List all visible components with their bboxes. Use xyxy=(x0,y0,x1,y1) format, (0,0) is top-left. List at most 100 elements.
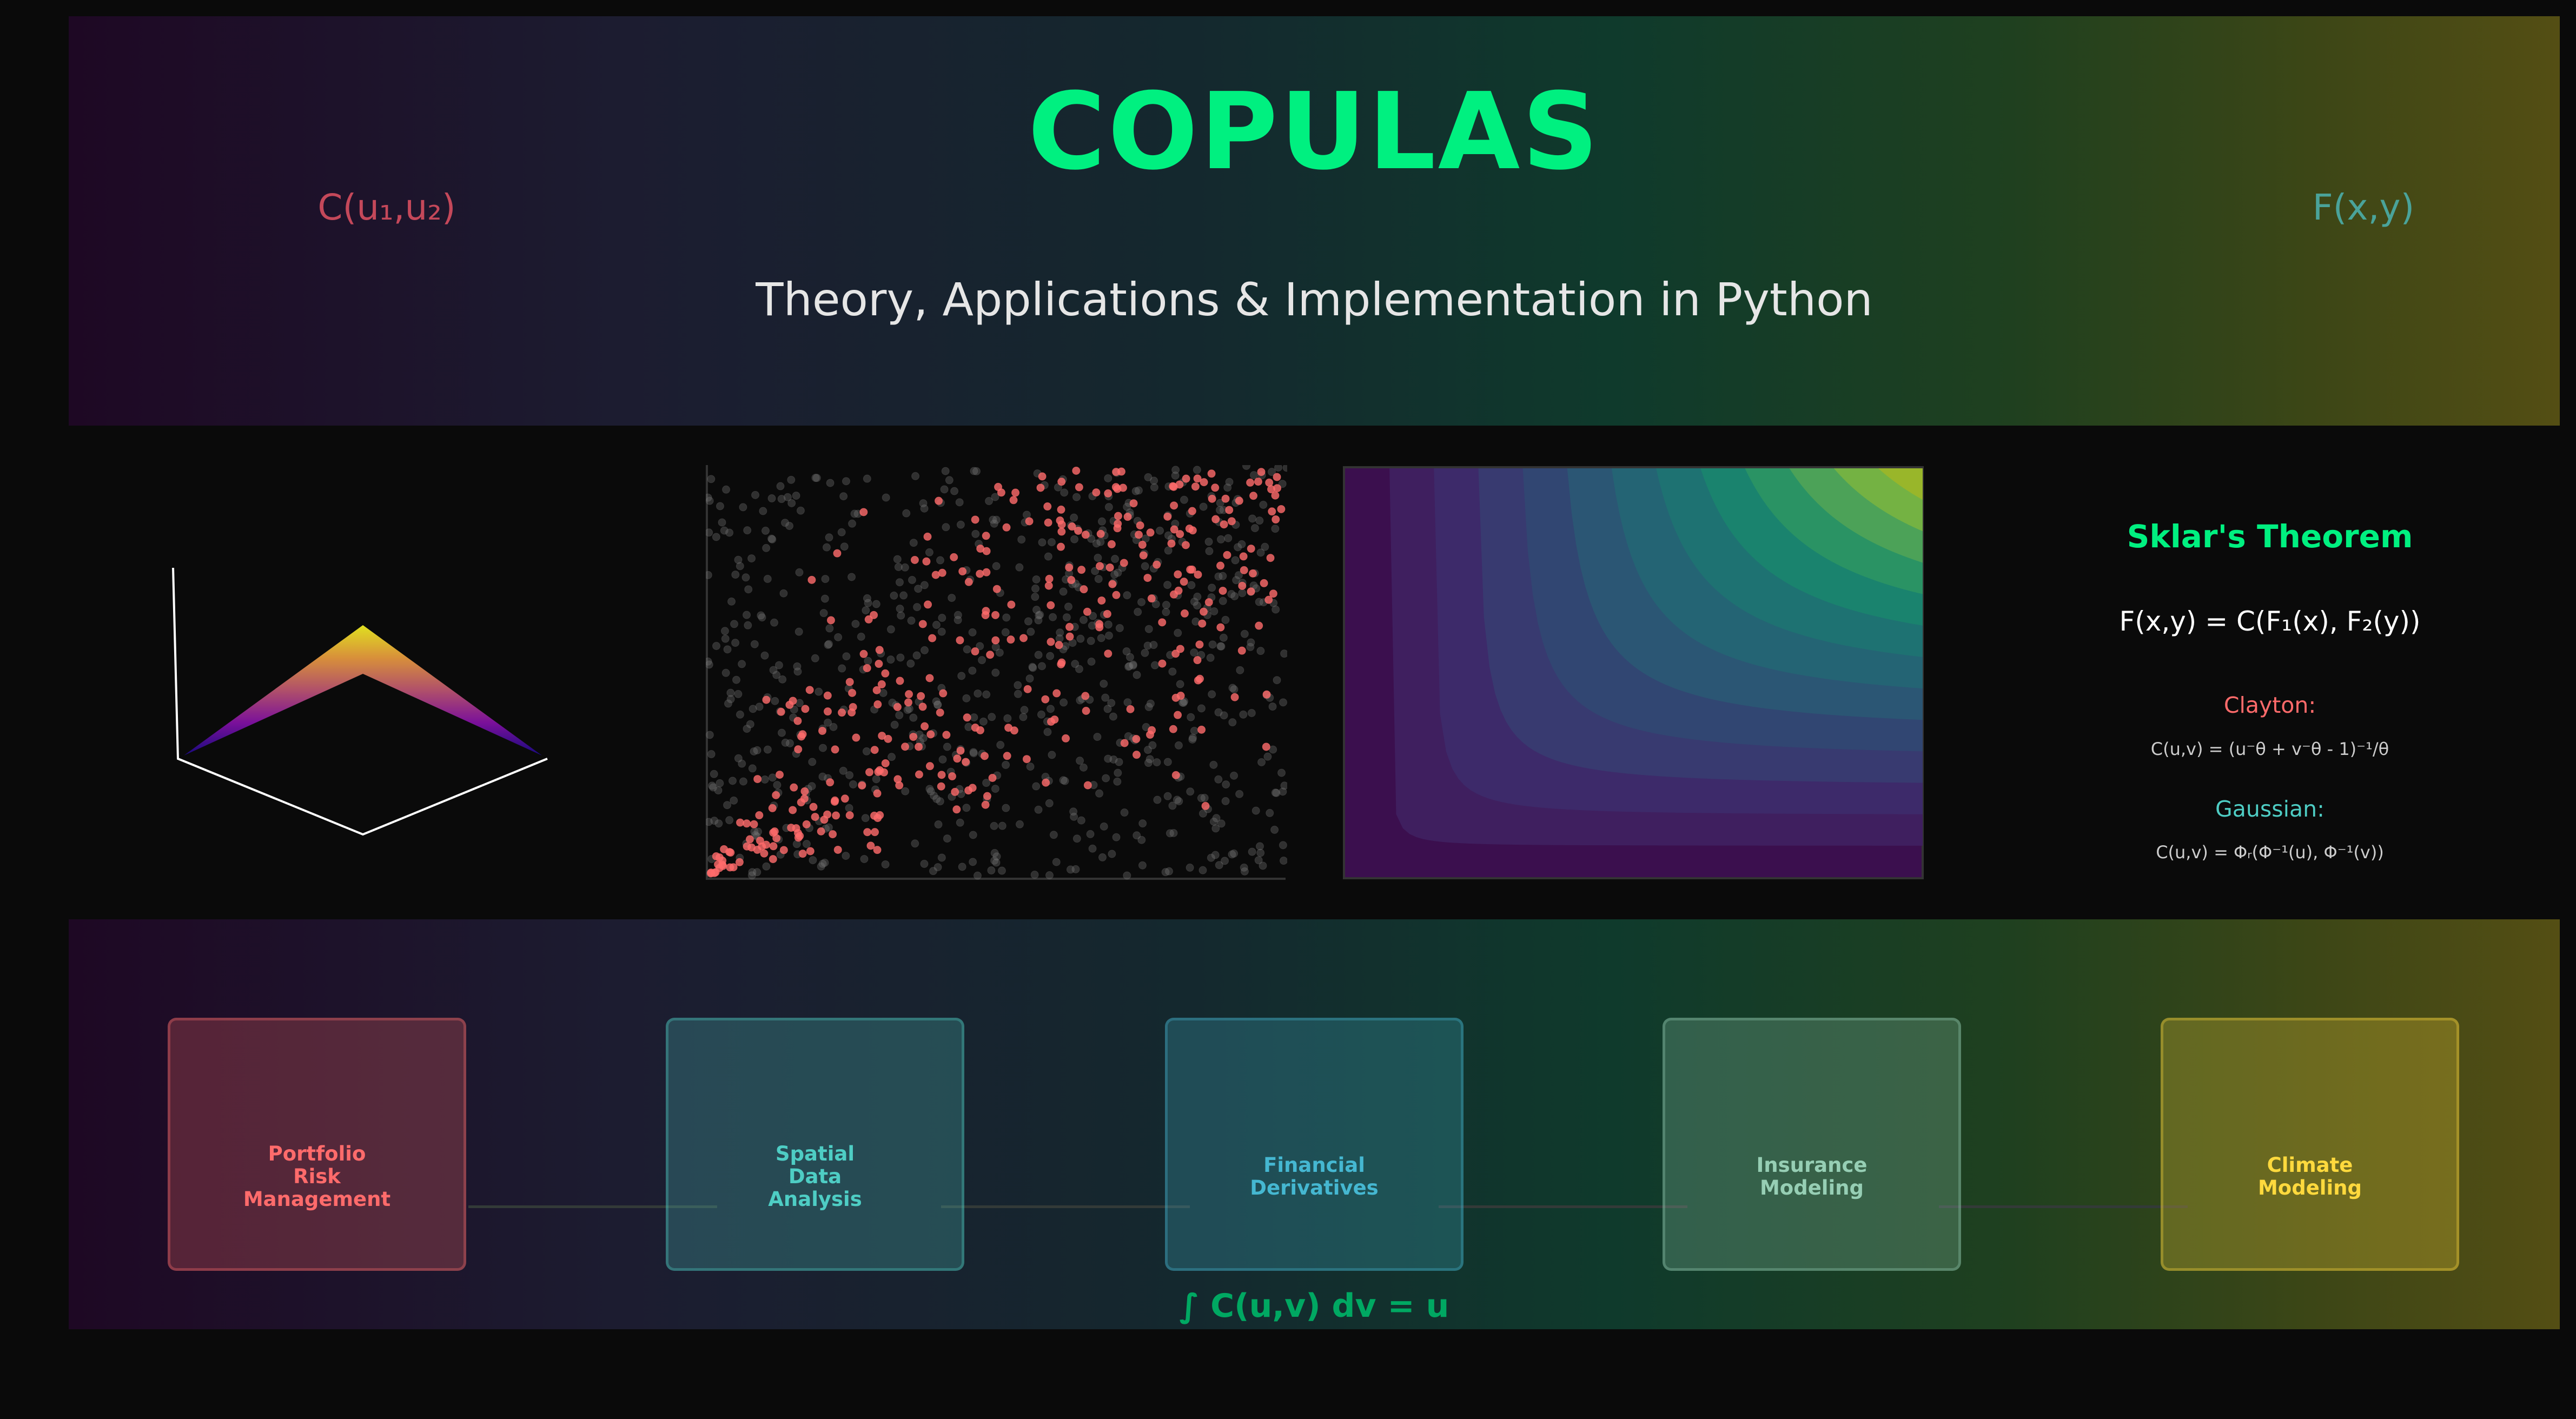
clayton-sample-point xyxy=(988,773,997,782)
independent-sample-point xyxy=(1219,596,1227,605)
clayton-sample-point xyxy=(1237,646,1246,655)
clayton-sample-point xyxy=(1199,607,1208,616)
independent-sample-point xyxy=(1104,474,1112,482)
independent-sample-point xyxy=(911,472,920,480)
independent-sample-point xyxy=(1045,799,1054,807)
independent-sample-point xyxy=(1104,503,1113,512)
independent-sample-point xyxy=(1138,861,1147,870)
independent-sample-point xyxy=(739,777,747,786)
independent-sample-point xyxy=(781,738,790,747)
independent-sample-point xyxy=(1070,535,1079,543)
independent-sample-point xyxy=(1219,572,1227,580)
independent-sample-point xyxy=(886,655,895,664)
clayton-sample-point xyxy=(718,860,727,869)
independent-sample-point xyxy=(1046,652,1055,660)
clayton-sample-point xyxy=(800,787,809,795)
independent-sample-point xyxy=(1030,871,1039,879)
independent-sample-point xyxy=(787,475,796,484)
clayton-sample-point xyxy=(1132,735,1141,744)
clayton-sample-point xyxy=(1044,581,1053,590)
independent-sample-point xyxy=(777,495,786,503)
clayton-sample-point xyxy=(968,784,977,792)
clayton-sample-point xyxy=(1273,473,1281,481)
independent-sample-point xyxy=(1161,868,1170,877)
application-card: Financial Derivatives xyxy=(1165,1018,1464,1271)
clayton-sample-point xyxy=(874,767,883,776)
independent-sample-point xyxy=(1149,641,1158,649)
independent-sample-point xyxy=(1115,758,1123,766)
independent-sample-point xyxy=(1208,583,1216,592)
clayton-sample-point xyxy=(1006,635,1015,644)
clayton-sample-point xyxy=(794,745,803,754)
independent-sample-point xyxy=(1020,706,1029,714)
clayton-sample-point xyxy=(818,727,826,735)
independent-sample-point xyxy=(725,528,734,537)
clayton-sample-point xyxy=(1044,518,1052,527)
sklar-title: Sklar's Theorem xyxy=(2127,518,2413,555)
independent-sample-point xyxy=(1224,534,1233,542)
independent-sample-point xyxy=(718,518,726,527)
clayton-sample-point xyxy=(831,745,839,754)
independent-sample-point xyxy=(862,747,871,755)
clayton-sample-point xyxy=(720,845,729,853)
clayton-sample-point xyxy=(762,695,771,704)
clayton-sample-point xyxy=(962,758,970,766)
independent-sample-point xyxy=(807,782,816,791)
independent-sample-point xyxy=(1070,513,1078,522)
clayton-sample-point xyxy=(991,636,1000,645)
clayton-sample-point xyxy=(915,742,923,751)
independent-sample-point xyxy=(757,611,765,620)
clayton-sample-point xyxy=(769,855,777,864)
independent-sample-point xyxy=(787,499,796,507)
independent-sample-point xyxy=(912,651,921,660)
clayton-sample-point xyxy=(756,837,764,845)
clayton-sample-point xyxy=(833,549,842,558)
clayton-sample-point xyxy=(1009,496,1018,505)
clayton-sample-point xyxy=(982,607,990,615)
clayton-sample-point xyxy=(1265,478,1274,487)
clayton-sample-point xyxy=(826,616,835,625)
independent-sample-point xyxy=(1123,698,1132,707)
independent-sample-point xyxy=(710,770,718,778)
clayton-sample-point xyxy=(1247,587,1255,596)
clayton-sample-point xyxy=(750,820,758,828)
independent-sample-point xyxy=(991,668,1000,677)
independent-sample-point xyxy=(1271,525,1280,533)
clayton-sample-point xyxy=(948,772,957,781)
independent-sample-point xyxy=(1003,714,1012,722)
independent-sample-point xyxy=(901,787,910,795)
independent-sample-point xyxy=(1094,553,1102,562)
clayton-sample-point xyxy=(873,700,882,709)
clayton-sample-point xyxy=(1065,622,1074,631)
independent-sample-point xyxy=(736,710,744,719)
independent-sample-point xyxy=(899,591,908,600)
clayton-sample-point xyxy=(1043,502,1052,511)
independent-sample-point xyxy=(834,633,843,641)
independent-sample-point xyxy=(1123,871,1131,880)
independent-sample-point xyxy=(1174,741,1183,750)
independent-sample-point xyxy=(1274,465,1282,472)
independent-sample-point xyxy=(736,562,744,571)
clayton-sample-point xyxy=(1036,483,1045,492)
independent-sample-point xyxy=(857,632,865,641)
independent-sample-point xyxy=(1266,808,1274,817)
clayton-sample-point xyxy=(1220,520,1228,529)
independent-sample-point xyxy=(1088,621,1096,630)
clayton-sample-point xyxy=(1269,589,1277,598)
independent-sample-point xyxy=(794,627,803,636)
independent-sample-point xyxy=(1075,665,1083,673)
independent-sample-point xyxy=(1056,628,1064,637)
clayton-sample-point xyxy=(991,611,1000,619)
independent-sample-point xyxy=(1071,865,1080,873)
clayton-sample-point xyxy=(1247,545,1255,553)
clayton-sample-point xyxy=(976,569,984,578)
clayton-sample-point xyxy=(935,496,943,505)
application-card: Insurance Modeling xyxy=(1663,1018,1961,1271)
independent-sample-point xyxy=(997,866,1006,875)
independent-sample-point xyxy=(1212,814,1221,823)
independent-sample-point xyxy=(974,689,982,698)
independent-sample-point xyxy=(936,556,944,565)
independent-sample-point xyxy=(1101,693,1110,702)
clayton-sample-point xyxy=(1117,467,1125,476)
clayton-sample-point xyxy=(817,827,825,836)
